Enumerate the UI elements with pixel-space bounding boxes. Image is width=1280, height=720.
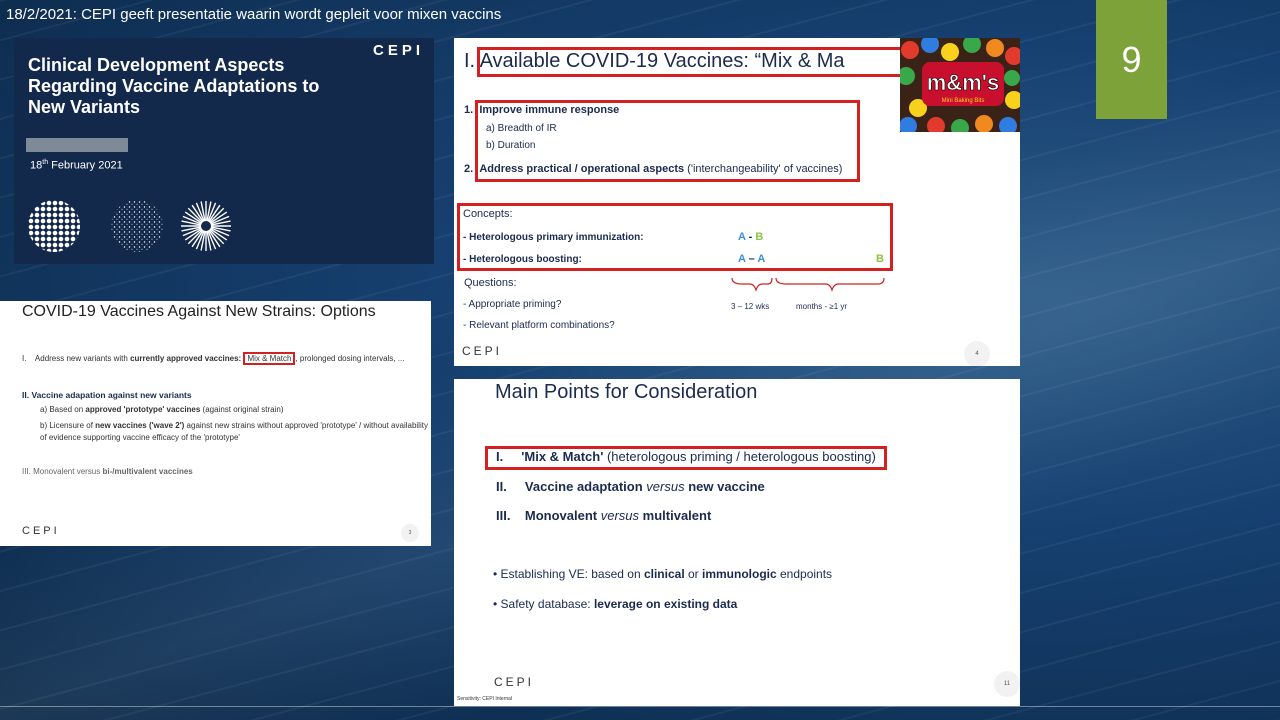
mix-match-highlight: Mix & Match — [243, 352, 296, 365]
item-text: or — [684, 567, 702, 581]
slide2-item1: I. Address new variants with currently a… — [22, 352, 405, 365]
item-bold: leverage on existing data — [593, 597, 738, 611]
slide3-questions: Questions: — [464, 277, 517, 289]
date-rest: February 2021 — [48, 159, 123, 172]
item-number: I. — [496, 449, 504, 464]
slide-main-points: Main Points for Consideration I. 'Mix & … — [454, 379, 1020, 706]
item-bold: multivalent — [639, 508, 712, 523]
interval-label-1: 3 – 12 wks — [731, 302, 770, 311]
item-text: a) Based on — [40, 405, 86, 414]
slide3-concept2: - Heterologous boosting: — [463, 254, 582, 265]
slide3-item1a: a) Breadth of IR — [486, 123, 557, 134]
slide1-bar — [26, 138, 128, 152]
item-number: 2. — [464, 163, 474, 175]
item-text: (heterologous priming / heterologous boo… — [603, 449, 876, 464]
item-bold: approved 'prototype' vaccines — [85, 405, 201, 414]
date-day: 18 — [30, 159, 43, 172]
item-bold: Monovalent — [524, 508, 601, 523]
candy-label: Mini Baking Bits — [942, 98, 985, 104]
cepi-logo: CEPI — [462, 344, 503, 358]
slide2-item3: III. Monovalent versus bi-/multivalent v… — [22, 467, 193, 476]
item-italic: versus — [600, 508, 640, 523]
item-text: Address new variants with — [34, 354, 131, 363]
item-bold: 'Mix & Match' — [521, 449, 604, 464]
slide1-title: Clinical Development Aspects Regarding V… — [28, 55, 320, 117]
item-bold: bi-/multivalent vaccines — [102, 467, 193, 476]
item-bold: clinical — [643, 567, 685, 581]
slide3-item2: 2. Address practical / operational aspec… — [464, 163, 842, 175]
concept1-sequence: A - B — [738, 231, 763, 243]
vaccine-b: B — [755, 231, 764, 243]
item-text: ('interchangeability' of vaccines) — [684, 163, 843, 175]
slide-available-vaccines: I. Available COVID-19 Vaccines: “Mix & M… — [454, 38, 1020, 366]
cepi-logo: CEPI — [494, 675, 535, 689]
slide4-point3: III. Monovalent versus multivalent — [496, 508, 711, 523]
slide-page-number: 11 — [994, 671, 1020, 697]
candy-icon: m&m's Mini Baking Bits — [900, 38, 1020, 132]
item-bold: currently approved vaccines: — [130, 354, 242, 363]
sensitivity-label: Sensitivity: CEPI Internal — [457, 696, 513, 702]
slide2-item2: II. Vaccine adapation against new varian… — [22, 390, 192, 400]
slide2-item2a: a) Based on approved 'prototype' vaccine… — [40, 405, 283, 414]
item-text: III. Monovalent versus — [22, 467, 103, 476]
slide-title-cepi: Clinical Development Aspects Regarding V… — [14, 38, 434, 264]
item-bold: new vaccines ('wave 2') — [95, 421, 185, 430]
candy-image: m&m's Mini Baking Bits — [900, 38, 1020, 132]
item-bold: Address practical / operational aspects — [479, 163, 685, 175]
item-text: (against original strain) — [200, 405, 284, 414]
interval-brackets-icon — [731, 277, 885, 292]
item-number: III. — [496, 508, 511, 523]
item-number: 1. — [464, 104, 474, 116]
dash: – — [745, 253, 758, 265]
slide3-item1: 1. Improve immune response — [464, 104, 619, 116]
item-bold: immunologic — [702, 567, 777, 581]
item-text: b) Licensure of — [40, 421, 96, 430]
concept2-vaccine-b: B — [876, 253, 884, 265]
page-number: 9 — [1096, 0, 1167, 119]
page-title: 18/2/2021: CEPI geeft presentatie waarin… — [6, 6, 502, 23]
item-text: • Safety database: — [493, 597, 594, 611]
slide2-item2b: b) Licensure of new vaccines ('wave 2') … — [40, 420, 430, 444]
cepi-logo: CEPI — [22, 525, 60, 537]
cepi-circles-icon — [28, 200, 231, 252]
slide-options: COVID-19 Vaccines Against New Strains: O… — [0, 301, 431, 546]
title-highlight-box — [477, 47, 903, 77]
concept2-sequence: A – A — [738, 253, 765, 265]
slide-page-number: 3 — [401, 524, 419, 542]
slide2-title: COVID-19 Vaccines Against New Strains: O… — [22, 303, 376, 320]
vaccine-a: A — [757, 253, 766, 265]
slide4-bullet1: • Establishing VE: based on clinical or … — [493, 567, 832, 581]
slide3-item1b: b) Duration — [486, 140, 536, 151]
slide1-date: 18th February 2021 — [30, 159, 123, 172]
cepi-logo: CEPI — [372, 42, 424, 59]
slide4-point2: II. Vaccine adaptation versus new vaccin… — [496, 479, 765, 494]
svg-text:m&m's: m&m's — [927, 70, 999, 95]
item-number: I. — [22, 354, 27, 363]
slide3-concept1: - Heterologous primary immunization: — [463, 232, 644, 243]
slide3-concepts: Concepts: — [463, 208, 513, 220]
slide3-q1: - Appropriate priming? — [463, 299, 562, 310]
slide4-title: Main Points for Consideration — [495, 381, 758, 403]
item-text: endpoints — [776, 567, 833, 581]
dash: - — [745, 231, 756, 243]
item-text: Improve immune response — [479, 104, 620, 116]
item-italic: versus — [646, 479, 685, 494]
vaccine-a: A — [738, 253, 746, 265]
item-bold: new vaccine — [684, 479, 765, 494]
vaccine-a: A — [738, 231, 746, 243]
slide-page-number: 4 — [964, 341, 990, 366]
interval-label-2: months - ≥1 yr — [796, 302, 848, 311]
item-bold: Vaccine adaptation — [524, 479, 647, 494]
item-text: , prolonged dosing intervals, ... — [295, 354, 405, 363]
bottom-divider — [0, 706, 1280, 707]
slide4-point1: I. 'Mix & Match' (heterologous priming /… — [496, 449, 876, 464]
item-number: II. — [496, 479, 507, 494]
slide4-bullet2: • Safety database: leverage on existing … — [493, 597, 737, 611]
slide3-q2: - Relevant platform combinations? — [463, 320, 615, 331]
item-text: • Establishing VE: based on — [493, 567, 644, 581]
